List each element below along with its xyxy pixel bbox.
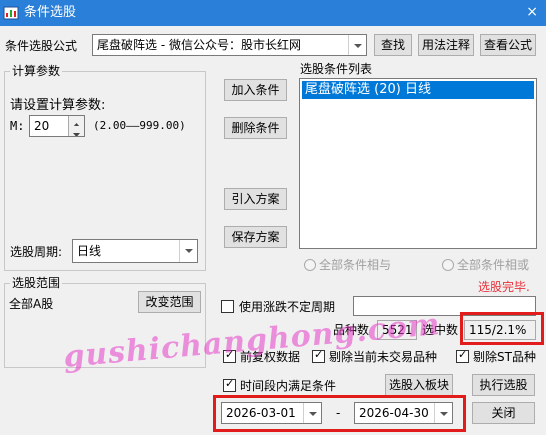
close-button[interactable]: 关闭 <box>472 402 535 424</box>
and-radio[interactable] <box>304 259 316 271</box>
param-name: M: <box>10 119 25 133</box>
status-text: 选股完毕. <box>478 280 530 294</box>
chevron-down-icon[interactable] <box>348 35 366 55</box>
period-dropdown[interactable]: 日线 <box>72 239 198 263</box>
chevron-down-icon[interactable] <box>179 240 197 262</box>
uncertain-period-label: 使用涨跌不定周期 <box>239 300 336 314</box>
or-radio[interactable] <box>442 259 454 271</box>
stepper-down-icon[interactable] <box>68 126 84 136</box>
time-range-label: 时间段内满足条件 <box>240 379 337 393</box>
list-item[interactable]: 尾盘破阵选 (20) 日线 <box>302 81 534 99</box>
delete-condition-button[interactable]: 删除条件 <box>224 117 287 139</box>
import-scheme-button[interactable]: 引入方案 <box>224 188 287 210</box>
close-icon[interactable]: × <box>526 3 538 21</box>
time-range-checkbox[interactable] <box>223 377 236 392</box>
change-scope-button[interactable]: 改变范围 <box>138 291 201 313</box>
and-radio-label: 全部条件相与 <box>319 258 392 272</box>
save-scheme-button[interactable]: 保存方案 <box>224 226 287 248</box>
add-condition-button[interactable]: 加入条件 <box>224 79 287 101</box>
usage-notes-button[interactable]: 用法注释 <box>418 34 474 56</box>
formula-dropdown[interactable]: 尾盘破阵选 - 微信公众号：股市长红网 <box>92 34 367 56</box>
param-stepper[interactable]: 20 <box>29 115 85 137</box>
or-radio-label: 全部条件相或 <box>457 258 530 272</box>
highlight-box-dates <box>213 395 466 432</box>
scope-value: 全部A股 <box>9 297 54 311</box>
title-bar[interactable]: 条件选股 × <box>0 0 546 26</box>
period-value: 日线 <box>77 244 102 258</box>
period-label: 选股周期: <box>10 245 63 259</box>
window-title: 条件选股 <box>24 5 77 20</box>
uncertain-period-checkbox[interactable] <box>221 300 234 313</box>
calc-params-legend: 计算参数 <box>10 64 63 78</box>
stepper-up-icon[interactable] <box>68 116 84 127</box>
param-prompt: 请设置计算参数: <box>10 98 106 113</box>
view-formula-button[interactable]: 查看公式 <box>480 34 536 56</box>
param-value: 20 <box>34 119 50 133</box>
exclude-st-checkbox[interactable] <box>456 348 469 363</box>
find-button[interactable]: 查找 <box>374 34 412 56</box>
conditions-list[interactable]: 尾盘破阵选 (20) 日线 <box>299 78 537 249</box>
formula-value: 尾盘破阵选 - 微信公众号：股市长红网 <box>97 38 301 52</box>
exclude-untraded-label: 剔除当前未交易品种 <box>329 350 438 364</box>
add-to-block-button[interactable]: 选股入板块 <box>385 374 453 396</box>
app-icon <box>3 6 19 20</box>
param-range: (2.00——999.00) <box>93 119 186 132</box>
scope-legend: 选股范围 <box>10 276 63 290</box>
execute-button[interactable]: 执行选股 <box>472 374 535 396</box>
exclude-st-label: 剔除ST品种 <box>473 350 536 364</box>
formula-label: 条件选股公式 <box>5 39 78 53</box>
highlight-box-count <box>460 312 544 345</box>
conditions-legend: 选股条件列表 <box>300 62 373 76</box>
